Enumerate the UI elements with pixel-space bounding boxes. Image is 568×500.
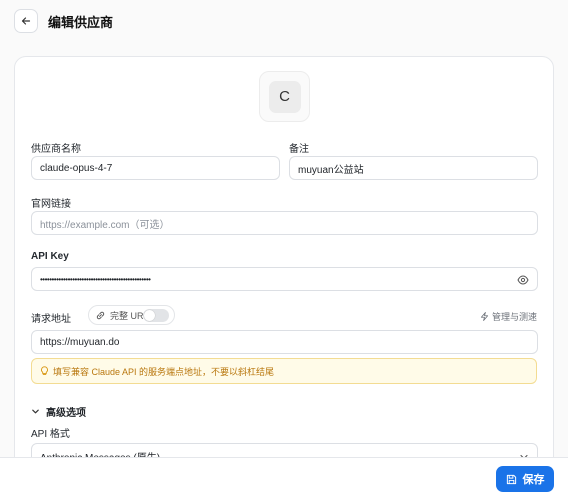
note-input[interactable]: muyuan公益站 (289, 156, 538, 180)
eye-icon[interactable] (517, 274, 529, 288)
chevron-down-icon (32, 409, 39, 414)
hint-text: 填写兼容 Claude API 的服务端点地址，不要以斜杠结尾 (53, 366, 275, 377)
provider-logo[interactable]: C (259, 71, 310, 122)
manage-speedtest-link[interactable]: 管理与测速 (480, 310, 537, 323)
advanced-label: 高级选项 (46, 408, 86, 419)
lightbulb-icon (41, 366, 48, 376)
name-label: 供应商名称 (31, 144, 81, 155)
page-header: 编辑供应商 (0, 0, 568, 42)
manage-label: 管理与测速 (491, 312, 537, 322)
website-input[interactable]: https://example.com（可选） (31, 211, 538, 235)
endpoint-hint: 填写兼容 Claude API 的服务端点地址，不要以斜杠结尾 (31, 358, 537, 384)
back-button[interactable] (14, 9, 38, 33)
save-button[interactable]: 保存 (496, 466, 554, 492)
apikey-value: ••••••••••••••••••••••••••••••••••••••••… (40, 274, 151, 284)
full-url-toggle[interactable]: 完整 URL (88, 305, 175, 325)
advanced-options-toggle[interactable]: 高级选项 (31, 404, 86, 419)
arrow-left-icon (21, 17, 31, 25)
api-format-label: API 格式 (31, 429, 70, 440)
provider-logo-letter: C (268, 80, 301, 113)
note-label: 备注 (289, 144, 309, 155)
full-url-switch[interactable] (143, 309, 169, 322)
footer-bar: 保存 (0, 457, 568, 500)
name-input[interactable]: claude-opus-4-7 (31, 156, 280, 180)
save-label: 保存 (522, 474, 545, 486)
endpoint-input[interactable]: https://muyuan.do (31, 330, 538, 354)
save-icon (506, 474, 516, 484)
website-label: 官网链接 (31, 199, 71, 210)
apikey-input[interactable]: ••••••••••••••••••••••••••••••••••••••••… (31, 267, 538, 291)
provider-form-card: C 供应商名称 claude-opus-4-7 备注 muyuan公益站 官网链… (14, 56, 554, 500)
bolt-icon (480, 312, 489, 321)
link-icon (96, 311, 105, 319)
apikey-label: API Key (31, 251, 69, 262)
switch-knob (144, 310, 155, 321)
page-title: 编辑供应商 (48, 15, 114, 30)
endpoint-label: 请求地址 (31, 314, 71, 325)
